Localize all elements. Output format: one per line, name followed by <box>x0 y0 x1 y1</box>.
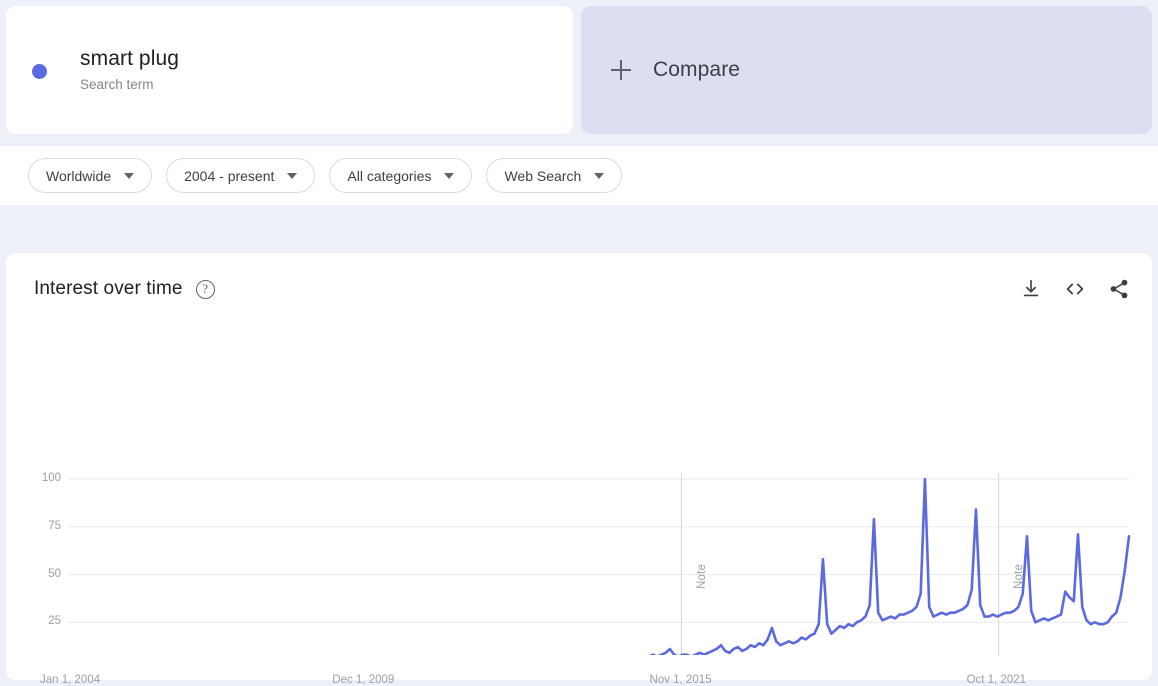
note-annotation[interactable]: Note <box>1013 564 1025 589</box>
chevron-down-icon <box>594 172 605 179</box>
search-term-texts: smart plug Search term <box>80 46 179 95</box>
search-term-card[interactable]: smart plug Search term <box>6 6 573 134</box>
search-term-type: Search term <box>80 76 154 92</box>
chevron-down-icon <box>124 172 135 179</box>
compare-label: Compare <box>653 58 741 81</box>
share-icon[interactable] <box>1108 278 1130 300</box>
time-range-filter-label: 2004 - present <box>184 167 275 184</box>
x-axis-ticks: Jan 1, 2004 Dec 1, 2009 Nov 1, 2015 Oct 1, … <box>6 325 1152 686</box>
plus-icon <box>611 60 631 80</box>
page-title: Interest over time <box>34 278 183 299</box>
filter-bar: Worldwide 2004 - present All categories … <box>0 146 1158 205</box>
embed-code-icon[interactable] <box>1064 278 1086 300</box>
compare-button[interactable]: Compare <box>581 6 1152 134</box>
category-filter-label: All categories <box>347 167 432 184</box>
trends-line-chart[interactable]: 100 75 50 25 Jan 1, 2004 Dec 1, 2009 Nov 1, 2… <box>6 325 1152 686</box>
category-filter[interactable]: All categories <box>329 158 473 193</box>
chart-actions <box>1020 278 1130 300</box>
time-range-filter[interactable]: 2004 - present <box>166 158 316 193</box>
search-type-filter-label: Web Search <box>504 167 582 184</box>
note-annotation[interactable]: Note <box>696 564 708 589</box>
x-axis-label: Oct 1, 2021 <box>966 674 1027 686</box>
location-filter[interactable]: Worldwide <box>28 158 153 193</box>
google-trends-page: smart plug Search term Compare Worldwide… <box>0 0 1158 686</box>
interest-over-time-card: Interest over time ? 100 75 50 25 Jan 1,… <box>6 253 1152 686</box>
location-filter-label: Worldwide <box>46 167 112 184</box>
search-type-filter[interactable]: Web Search <box>486 158 623 193</box>
chart-header: Interest over time ? <box>6 253 1152 325</box>
chevron-down-icon <box>287 172 298 179</box>
download-icon[interactable] <box>1020 278 1042 300</box>
search-term-name: smart plug <box>80 46 180 70</box>
chevron-down-icon <box>444 172 455 179</box>
search-terms-row: smart plug Search term Compare <box>0 0 1158 140</box>
x-axis-label: Dec 1, 2009 <box>332 674 395 686</box>
x-axis-label: Jan 1, 2004 <box>40 674 101 686</box>
question-mark-icon[interactable]: ? <box>195 279 215 299</box>
x-axis-label: Nov 1, 2015 <box>649 674 712 686</box>
series-color-dot <box>32 64 47 79</box>
